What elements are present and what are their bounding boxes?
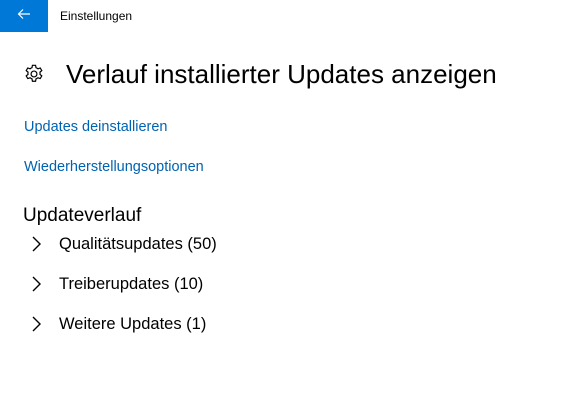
uninstall-updates-link[interactable]: Updates deinstallieren <box>24 118 167 136</box>
app-title: Einstellungen <box>60 9 133 23</box>
quality-updates-group[interactable]: Qualitätsupdates (50) <box>30 232 217 256</box>
update-history-heading: Updateverlauf <box>23 205 142 226</box>
group-label: Treiberupdates (10) <box>59 275 204 293</box>
recovery-options-link[interactable]: Wiederherstellungsoptionen <box>24 158 204 176</box>
chevron-right-icon <box>30 232 50 256</box>
group-label: Qualitätsupdates (50) <box>59 235 217 253</box>
title-bar: Einstellungen <box>0 0 586 32</box>
other-updates-group[interactable]: Weitere Updates (1) <box>30 312 206 336</box>
driver-updates-group[interactable]: Treiberupdates (10) <box>30 272 203 296</box>
chevron-right-icon <box>30 312 50 336</box>
back-arrow-icon <box>17 7 31 25</box>
group-label: Weitere Updates (1) <box>59 315 207 333</box>
gear-icon <box>22 62 46 86</box>
back-button[interactable] <box>0 0 48 32</box>
page-title: Verlauf installierter Updates anzeigen <box>66 59 497 89</box>
chevron-right-icon <box>30 272 50 296</box>
page-header: Verlauf installierter Updates anzeigen <box>22 56 497 92</box>
